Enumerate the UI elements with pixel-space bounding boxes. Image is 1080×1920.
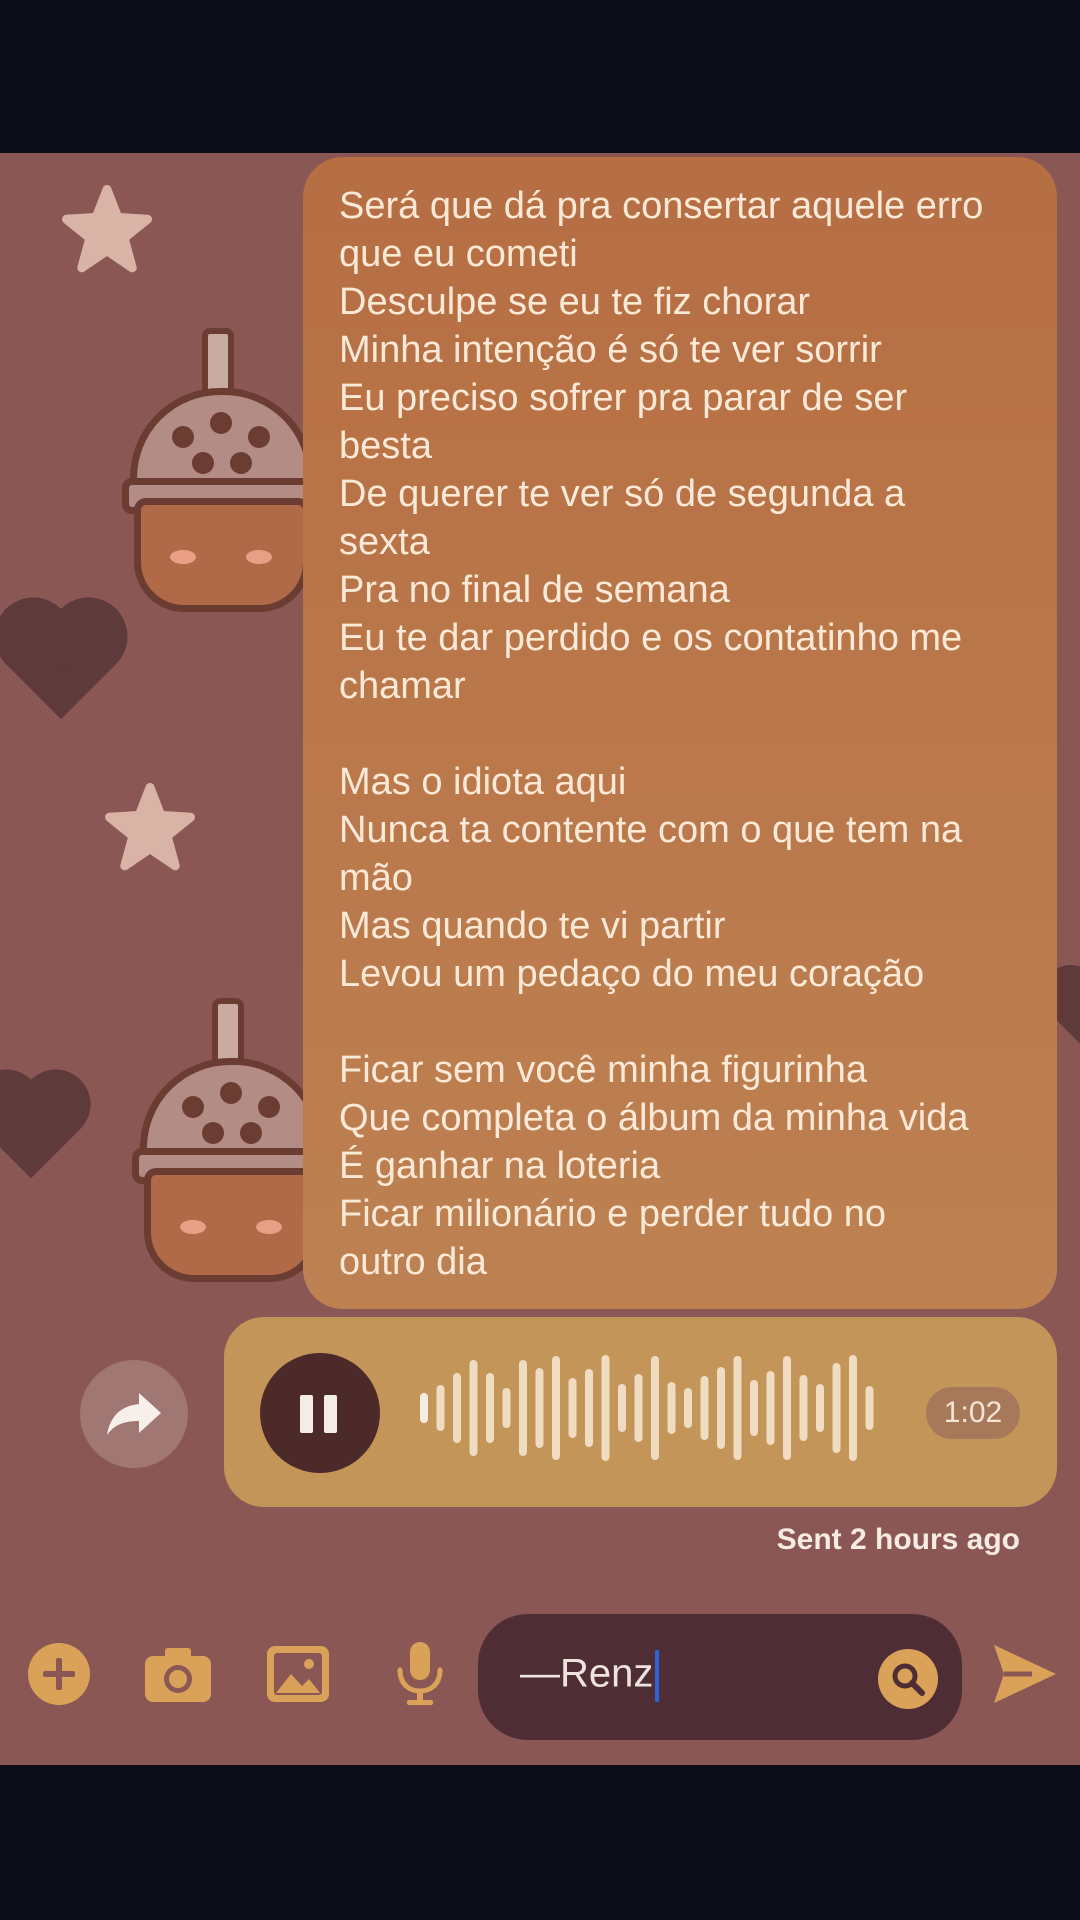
image-icon bbox=[267, 1646, 329, 1702]
waveform-bar bbox=[750, 1380, 758, 1436]
waveform-bar bbox=[799, 1375, 808, 1441]
waveform-bar bbox=[453, 1373, 461, 1443]
star-decoration bbox=[105, 783, 195, 871]
waveform-bar bbox=[667, 1382, 676, 1434]
message-status: Sent 2 hours ago bbox=[776, 1523, 1020, 1556]
waveform-bar bbox=[601, 1355, 610, 1461]
send-button[interactable] bbox=[988, 1639, 1062, 1709]
text-cursor bbox=[655, 1650, 660, 1702]
chat-area: Será que dá pra consertar aquele erro qu… bbox=[0, 153, 1080, 1765]
search-button[interactable] bbox=[878, 1649, 938, 1709]
waveform-bar bbox=[816, 1384, 824, 1432]
waveform-bar bbox=[832, 1363, 841, 1453]
waveform-bar bbox=[651, 1356, 659, 1460]
waveform-bar bbox=[486, 1373, 494, 1443]
waveform-bar bbox=[502, 1388, 511, 1428]
waveform-bar bbox=[700, 1376, 709, 1440]
send-icon bbox=[994, 1645, 1056, 1703]
heart-decoration bbox=[0, 1079, 81, 1179]
forward-button[interactable] bbox=[80, 1360, 188, 1468]
camera-icon bbox=[145, 1648, 211, 1702]
message-input[interactable]: —Renz bbox=[478, 1614, 962, 1740]
message-stanza: Ficar sem você minha figurinha Que compl… bbox=[339, 1049, 969, 1283]
microphone-button[interactable] bbox=[385, 1639, 455, 1709]
forward-arrow-icon bbox=[107, 1393, 161, 1435]
waveform-bar bbox=[684, 1388, 692, 1428]
boba-mascot-decoration bbox=[110, 328, 322, 618]
camera-button[interactable] bbox=[143, 1639, 213, 1709]
audio-waveform[interactable] bbox=[414, 1353, 884, 1463]
waveform-bar bbox=[519, 1360, 527, 1456]
input-value: —Renz bbox=[520, 1651, 654, 1696]
message-bubble[interactable]: Será que dá pra consertar aquele erro qu… bbox=[303, 157, 1057, 1309]
microphone-icon bbox=[397, 1642, 443, 1705]
message-stanza: Mas o idiota aqui Nunca ta contente com … bbox=[339, 761, 963, 995]
waveform-bar bbox=[420, 1393, 428, 1423]
message-stanza: Será que dá pra consertar aquele erro qu… bbox=[339, 185, 984, 707]
waveform-bar bbox=[618, 1384, 626, 1432]
waveform-bar bbox=[568, 1378, 577, 1438]
waveform-bar bbox=[733, 1356, 742, 1460]
audio-duration: 1:02 bbox=[926, 1387, 1020, 1439]
heart-decoration bbox=[5, 608, 117, 720]
waveform-bar bbox=[436, 1385, 445, 1431]
star-decoration bbox=[62, 185, 152, 273]
add-button[interactable] bbox=[24, 1639, 94, 1709]
waveform-bar bbox=[783, 1356, 791, 1460]
waveform-bar bbox=[552, 1356, 560, 1460]
gallery-button[interactable] bbox=[263, 1639, 333, 1709]
boba-mascot-decoration bbox=[120, 998, 332, 1288]
waveform-bar bbox=[469, 1360, 478, 1456]
search-icon bbox=[892, 1663, 925, 1696]
message-input-text: —Renz bbox=[520, 1650, 660, 1702]
waveform-bar bbox=[535, 1368, 544, 1448]
waveform-bar bbox=[865, 1386, 874, 1430]
waveform-bar bbox=[766, 1371, 775, 1445]
pause-button[interactable] bbox=[260, 1353, 380, 1473]
waveform-bar bbox=[849, 1355, 857, 1461]
plus-icon bbox=[28, 1643, 90, 1705]
waveform-bar bbox=[634, 1374, 643, 1442]
audio-message: 1:02 bbox=[224, 1317, 1057, 1507]
waveform-bar bbox=[717, 1367, 725, 1449]
waveform-bar bbox=[585, 1369, 593, 1447]
